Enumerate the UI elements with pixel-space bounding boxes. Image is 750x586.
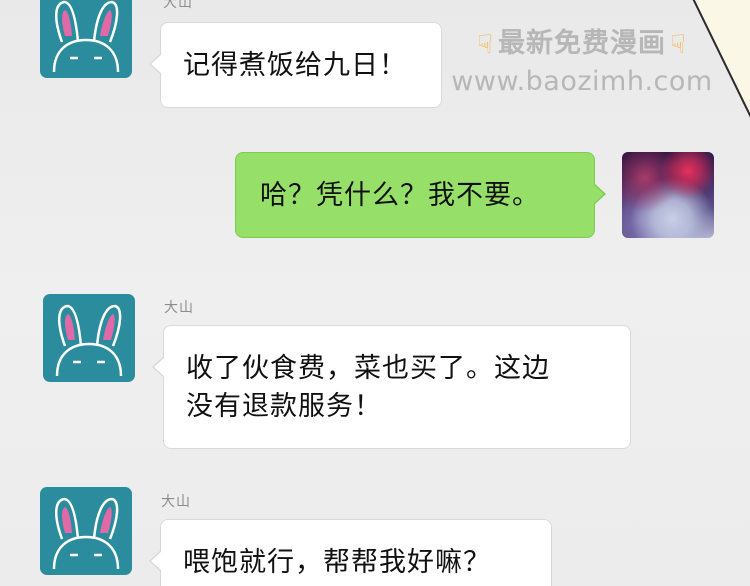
message-text-line1: 收了伙食费，菜也买了。这边: [186, 353, 550, 384]
pointing-down-hand-icon: ☟: [477, 29, 494, 60]
watermark-title: 最新免费漫画: [498, 28, 666, 59]
avatar-dashan[interactable]: [40, 487, 132, 575]
message-bubble-incoming[interactable]: 记得煮饭给九日！: [149, 22, 442, 108]
sender-name: 大山: [164, 300, 194, 316]
bunny-face-icon: [52, 497, 120, 570]
message-text: 哈？凭什么？我不要。: [260, 180, 540, 211]
message-bubble-outgoing[interactable]: 哈？凭什么？我不要。: [235, 152, 606, 238]
bunny-face-icon: [55, 304, 123, 377]
watermark-url: www.baozimh.com: [451, 65, 713, 97]
message-text: 记得煮饭给九日！: [183, 50, 407, 81]
message-bubble-incoming[interactable]: 收了伙食费，菜也买了。这边 没有退款服务！: [152, 325, 631, 449]
bunny-face-icon: [52, 0, 120, 73]
avatar-dashan[interactable]: [43, 294, 135, 382]
message-text: 喂饱就行，帮帮我好嘛？: [183, 547, 491, 578]
sender-name: 大山: [163, 0, 193, 11]
avatar-self[interactable]: [622, 152, 714, 238]
pointing-down-hand-icon: ☟: [670, 29, 687, 60]
message-bubble-incoming[interactable]: 喂饱就行，帮帮我好嘛？: [149, 519, 552, 586]
sender-name: 大山: [161, 494, 191, 510]
chat-screen: 大山 记得煮饭给九日！ ☟ 最新免费漫画 ☟ www.baozimh.com 哈？凭…: [0, 0, 750, 586]
avatar-dashan[interactable]: [40, 0, 132, 78]
watermark: ☟ 最新免费漫画 ☟ www.baozimh.com: [432, 24, 732, 108]
message-text-line2: 没有退款服务！: [186, 391, 382, 422]
